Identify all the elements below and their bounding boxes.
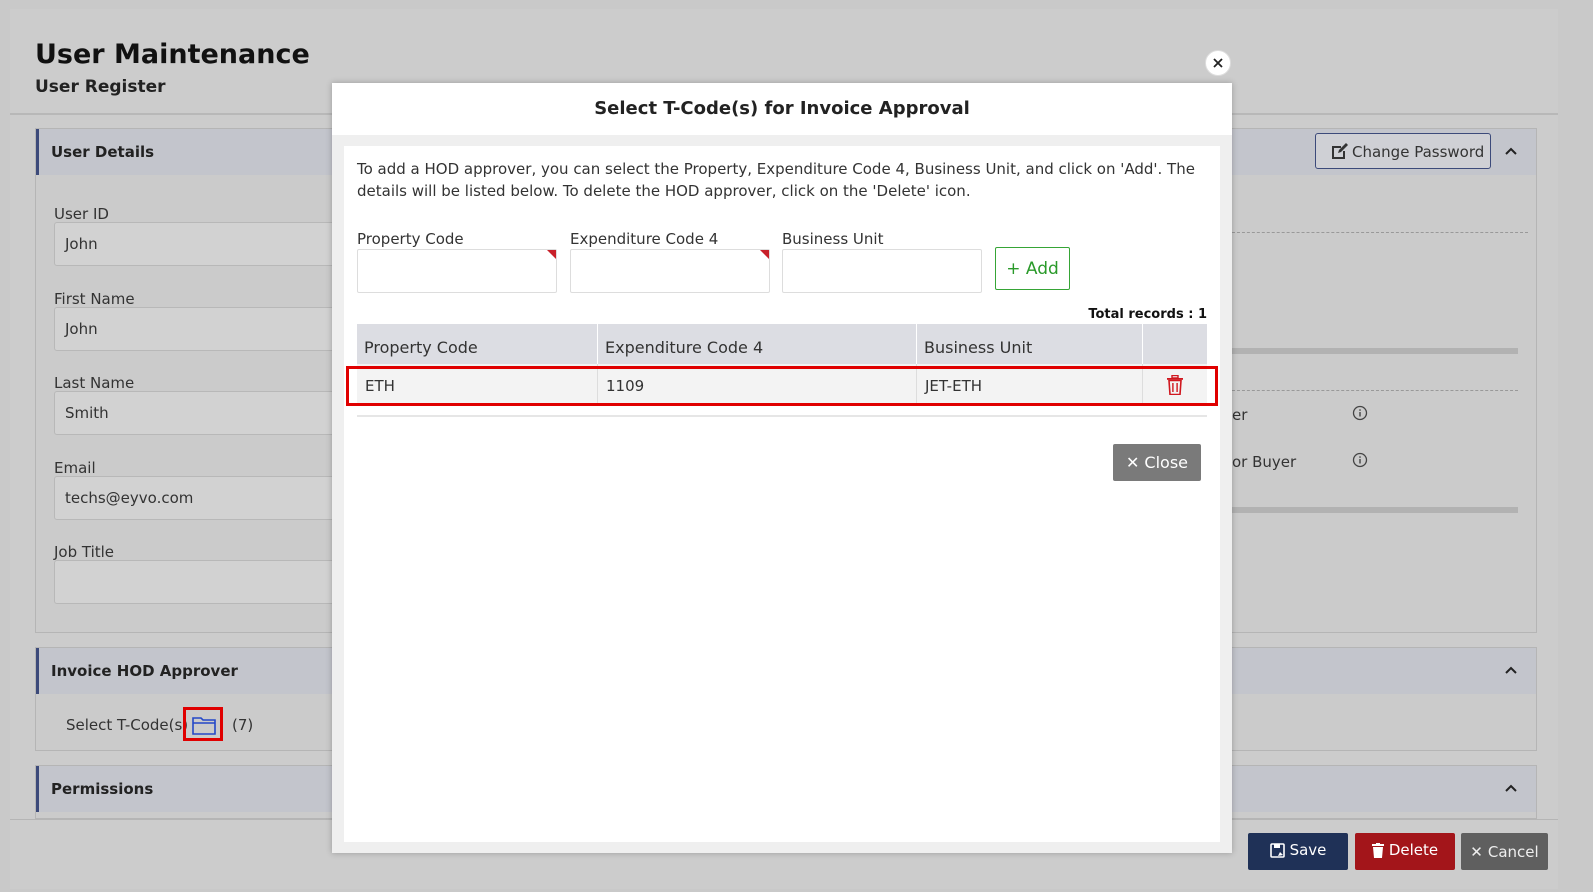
required-marker — [760, 250, 769, 259]
row-highlight-annotation — [346, 366, 1218, 406]
column-header-expenditure[interactable]: Expenditure Code 4 — [598, 324, 917, 364]
tcode-count: (7) — [232, 716, 254, 734]
permissions-title: Permissions — [51, 780, 154, 798]
modal-instructions: To add a HOD approver, you can select th… — [357, 160, 1195, 200]
trash-icon — [1371, 842, 1384, 858]
total-records: Total records : 1 — [1088, 307, 1207, 322]
partial-label: er — [1232, 406, 1248, 424]
column-header-actions — [1143, 324, 1207, 364]
email-value: techs@eyvo.com — [65, 489, 194, 507]
user-details-title: User Details — [51, 143, 155, 161]
section-bar — [1232, 348, 1518, 354]
job-title-field[interactable] — [54, 560, 354, 604]
section-divider — [1232, 232, 1528, 233]
last-name-label: Last Name — [54, 374, 135, 392]
user-id-label: User ID — [54, 205, 109, 223]
info-icon[interactable] — [1352, 405, 1368, 421]
invoice-hod-title: Invoice HOD Approver — [51, 662, 238, 680]
business-unit-label: Business Unit — [782, 230, 884, 248]
column-header-label: Business Unit — [924, 338, 1033, 357]
business-unit-input[interactable] — [782, 249, 982, 293]
user-id-value: John — [65, 235, 98, 253]
collapse-permissions-icon[interactable] — [1504, 780, 1518, 794]
modal-title: Select T-Code(s) for Invoice Approval — [594, 98, 970, 119]
delete-label: Delete — [1388, 841, 1439, 860]
column-header-property[interactable]: Property Code — [357, 324, 598, 364]
close-icon: ✕ — [1470, 842, 1483, 861]
save-label: Save — [1289, 841, 1327, 860]
email-field[interactable]: techs@eyvo.com — [54, 476, 354, 520]
first-name-field[interactable]: John — [54, 307, 354, 351]
delete-button[interactable]: Delete — [1355, 833, 1455, 870]
add-button[interactable]: + Add — [995, 247, 1070, 290]
info-icon[interactable] — [1352, 452, 1368, 468]
column-header-business-unit[interactable]: Business Unit — [917, 324, 1143, 364]
property-code-label: Property Code — [357, 230, 464, 248]
cancel-label: Cancel — [1487, 842, 1539, 861]
select-tcode-button[interactable] — [183, 707, 223, 741]
first-name-label: First Name — [54, 290, 135, 308]
required-marker — [547, 250, 556, 259]
page-title: User Maintenance — [35, 39, 310, 70]
cancel-button[interactable]: ✕ Cancel — [1461, 833, 1548, 870]
close-button[interactable]: ✕ Close — [1113, 444, 1201, 481]
close-icon — [1213, 58, 1223, 68]
collapse-user-details-icon[interactable] — [1504, 143, 1518, 157]
save-button[interactable]: Save — [1248, 833, 1348, 870]
expenditure-code-input[interactable] — [570, 249, 770, 293]
tcode-modal: Select T-Code(s) for Invoice Approval To… — [332, 83, 1232, 853]
modal-header: Select T-Code(s) for Invoice Approval — [332, 83, 1232, 135]
grid-header: Property Code Expenditure Code 4 Busines… — [357, 324, 1207, 364]
user-id-field[interactable]: John — [54, 222, 354, 266]
collapse-invoice-hod-icon[interactable] — [1504, 662, 1518, 676]
expenditure-code-label: Expenditure Code 4 — [570, 230, 719, 248]
section-bar — [1232, 507, 1518, 513]
modal-body: To add a HOD approver, you can select th… — [344, 146, 1220, 842]
change-password-label: Change Password — [1352, 143, 1485, 161]
close-icon: ✕ — [1126, 453, 1140, 472]
change-password-button[interactable]: Change Password — [1315, 133, 1491, 169]
folder-icon — [192, 717, 216, 735]
page-subtitle: User Register — [35, 77, 166, 97]
property-code-input[interactable] — [357, 249, 557, 293]
select-tcode-label: Select T-Code(s) — [66, 716, 189, 734]
last-name-value: Smith — [65, 404, 109, 422]
last-name-field[interactable]: Smith — [54, 391, 354, 435]
modal-close-button[interactable] — [1205, 50, 1231, 76]
edit-icon — [1332, 143, 1348, 159]
column-header-label: Expenditure Code 4 — [605, 338, 764, 357]
close-label: Close — [1144, 453, 1188, 472]
email-label: Email — [54, 459, 96, 477]
first-name-value: John — [65, 320, 98, 338]
job-title-label: Job Title — [54, 543, 115, 561]
column-header-label: Property Code — [364, 338, 478, 357]
save-icon — [1269, 842, 1285, 858]
section-divider — [1232, 390, 1518, 391]
partial-label: or Buyer — [1232, 453, 1297, 471]
grid-footer-divider — [357, 415, 1207, 417]
